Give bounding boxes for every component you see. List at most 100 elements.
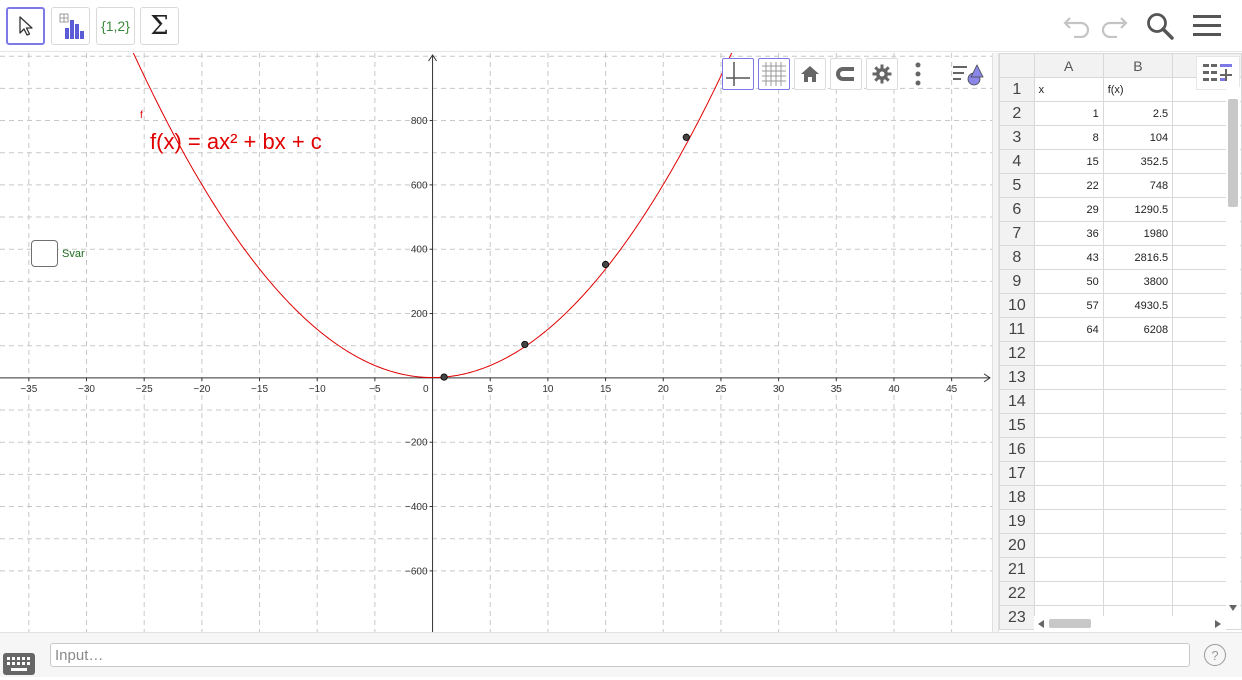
standard-view-button[interactable]	[794, 58, 826, 90]
spreadsheet-cell[interactable]	[1033, 557, 1104, 582]
spreadsheet-cell[interactable]	[1102, 509, 1174, 534]
spreadsheet-cell[interactable]	[1102, 557, 1174, 582]
row-header[interactable]: 12	[999, 341, 1035, 366]
spreadsheet-cell[interactable]: 29	[1033, 197, 1104, 222]
row-header[interactable]: 5	[999, 173, 1035, 198]
graphics-view[interactable]: −35 −30 −25 −20 −15 −10 −5 0 5 10 15 20 25 30 35 40 45 −6…	[0, 53, 992, 632]
spreadsheet-cell[interactable]	[1102, 485, 1174, 510]
keyboard-button[interactable]	[3, 653, 35, 675]
search-button[interactable]	[1143, 10, 1177, 42]
point-capturing-button[interactable]	[830, 58, 862, 90]
row-header[interactable]: 8	[999, 245, 1035, 270]
move-tool-button[interactable]	[6, 7, 45, 45]
spreadsheet-cell[interactable]	[1102, 389, 1174, 414]
spreadsheet-cell[interactable]	[1102, 461, 1174, 486]
row-header[interactable]: 18	[999, 485, 1035, 510]
undo-button[interactable]	[1060, 10, 1094, 42]
row-header[interactable]: 14	[999, 389, 1035, 414]
spreadsheet-cell[interactable]: 50	[1033, 269, 1104, 294]
column-header-a[interactable]: A	[1033, 53, 1104, 78]
spreadsheet-cell[interactable]: 4930.5	[1102, 293, 1174, 318]
curve-label-f[interactable]: f	[140, 110, 143, 121]
spreadsheet-vertical-scroll-thumb[interactable]	[1228, 99, 1238, 207]
data-point[interactable]	[440, 373, 448, 381]
spreadsheet-cell[interactable]	[1033, 341, 1104, 366]
spreadsheet-cell[interactable]	[1033, 437, 1104, 462]
row-header[interactable]: 1	[999, 77, 1035, 102]
spreadsheet-cell[interactable]	[1033, 485, 1104, 510]
data-point[interactable]	[521, 340, 529, 349]
toggle-grid-button[interactable]	[758, 58, 790, 90]
spreadsheet-cell[interactable]	[1102, 533, 1174, 558]
spreadsheet-cell[interactable]: 57	[1033, 293, 1104, 318]
spreadsheet-horizontal-scroll-thumb[interactable]	[1049, 619, 1091, 628]
row-header[interactable]: 23	[999, 605, 1035, 630]
style-bar-toggle-button[interactable]	[950, 58, 986, 90]
spreadsheet-cell[interactable]: 104	[1102, 125, 1174, 150]
spreadsheet-cell[interactable]	[1102, 365, 1174, 390]
row-header[interactable]: 10	[999, 293, 1035, 318]
view-divider[interactable]	[992, 53, 999, 632]
spreadsheet-menu-button[interactable]	[1196, 56, 1240, 90]
row-header[interactable]: 4	[999, 149, 1035, 174]
row-header[interactable]: 16	[999, 437, 1035, 462]
input-help-button[interactable]: ?	[1204, 644, 1226, 666]
more-options-button[interactable]	[902, 58, 934, 90]
spreadsheet-cell[interactable]: 2.5	[1102, 101, 1174, 126]
regression-analysis-tool-button[interactable]	[51, 7, 90, 45]
spreadsheet-vertical-scrollbar[interactable]	[1226, 87, 1240, 615]
spreadsheet-view[interactable]: A B 1 x f(x) 2 1 2.5 3 8 104 4 15 352.5 5 22 748 6 29 129…	[999, 53, 1242, 632]
svar-checkbox[interactable]	[31, 240, 58, 267]
spreadsheet-cell[interactable]	[1033, 581, 1104, 606]
graphics-settings-button[interactable]	[866, 58, 898, 90]
row-header[interactable]: 9	[999, 269, 1035, 294]
spreadsheet-cell[interactable]: f(x)	[1102, 77, 1174, 102]
spreadsheet-cell[interactable]: 15	[1033, 149, 1104, 174]
spreadsheet-cell[interactable]	[1033, 389, 1104, 414]
column-header-b[interactable]: B	[1102, 53, 1174, 78]
spreadsheet-cell[interactable]: 1	[1033, 101, 1104, 126]
graph-canvas[interactable]: −35 −30 −25 −20 −15 −10 −5 0 5 10 15 20 25 30 35 40 45 −6…	[0, 53, 992, 632]
algebra-input-field[interactable]	[50, 643, 1190, 667]
row-header[interactable]: 11	[999, 317, 1035, 342]
spreadsheet-cell[interactable]	[1033, 509, 1104, 534]
sum-tool-button[interactable]: Σ	[140, 7, 179, 45]
create-list-tool-button[interactable]: {1,2}	[96, 7, 135, 45]
spreadsheet-cell[interactable]: x	[1033, 77, 1104, 102]
row-header[interactable]: 6	[999, 197, 1035, 222]
scroll-left-arrow-icon[interactable]	[1038, 620, 1044, 628]
redo-button[interactable]	[1097, 10, 1131, 42]
spreadsheet-cell[interactable]: 43	[1033, 245, 1104, 270]
scroll-right-arrow-icon[interactable]	[1215, 620, 1221, 628]
spreadsheet-horizontal-scrollbar[interactable]	[1034, 616, 1226, 630]
svar-checkbox-label[interactable]: Svar	[62, 248, 85, 260]
spreadsheet-cell[interactable]: 1980	[1102, 221, 1174, 246]
row-header[interactable]: 3	[999, 125, 1035, 150]
row-header[interactable]: 20	[999, 533, 1035, 558]
svar-checkbox-group[interactable]: Svar	[31, 240, 85, 267]
data-point[interactable]	[682, 133, 690, 141]
spreadsheet-cell[interactable]: 64	[1033, 317, 1104, 342]
spreadsheet-cell[interactable]: 1290.5	[1102, 197, 1174, 222]
scroll-down-arrow-icon[interactable]	[1229, 605, 1237, 611]
row-header[interactable]: 15	[999, 413, 1035, 438]
row-header[interactable]: 19	[999, 509, 1035, 534]
main-menu-button[interactable]	[1190, 10, 1224, 42]
row-header[interactable]: 2	[999, 101, 1035, 126]
spreadsheet-cell[interactable]	[1033, 533, 1104, 558]
row-header[interactable]: 7	[999, 221, 1035, 246]
data-point[interactable]	[601, 260, 610, 269]
spreadsheet-cell[interactable]: 6208	[1102, 317, 1174, 342]
spreadsheet-cell[interactable]	[1033, 365, 1104, 390]
spreadsheet-cell[interactable]	[1033, 461, 1104, 486]
spreadsheet-cell[interactable]	[1033, 413, 1104, 438]
spreadsheet-cell[interactable]: 8	[1033, 125, 1104, 150]
spreadsheet-cell[interactable]: 3800	[1102, 269, 1174, 294]
row-header[interactable]: 21	[999, 557, 1035, 582]
spreadsheet-cell[interactable]: 2816.5	[1102, 245, 1174, 270]
spreadsheet-cell[interactable]	[1102, 437, 1174, 462]
row-header[interactable]: 22	[999, 581, 1035, 606]
spreadsheet-cell[interactable]: 22	[1033, 173, 1104, 198]
row-header[interactable]: 17	[999, 461, 1035, 486]
spreadsheet-cell[interactable]: 748	[1102, 173, 1174, 198]
